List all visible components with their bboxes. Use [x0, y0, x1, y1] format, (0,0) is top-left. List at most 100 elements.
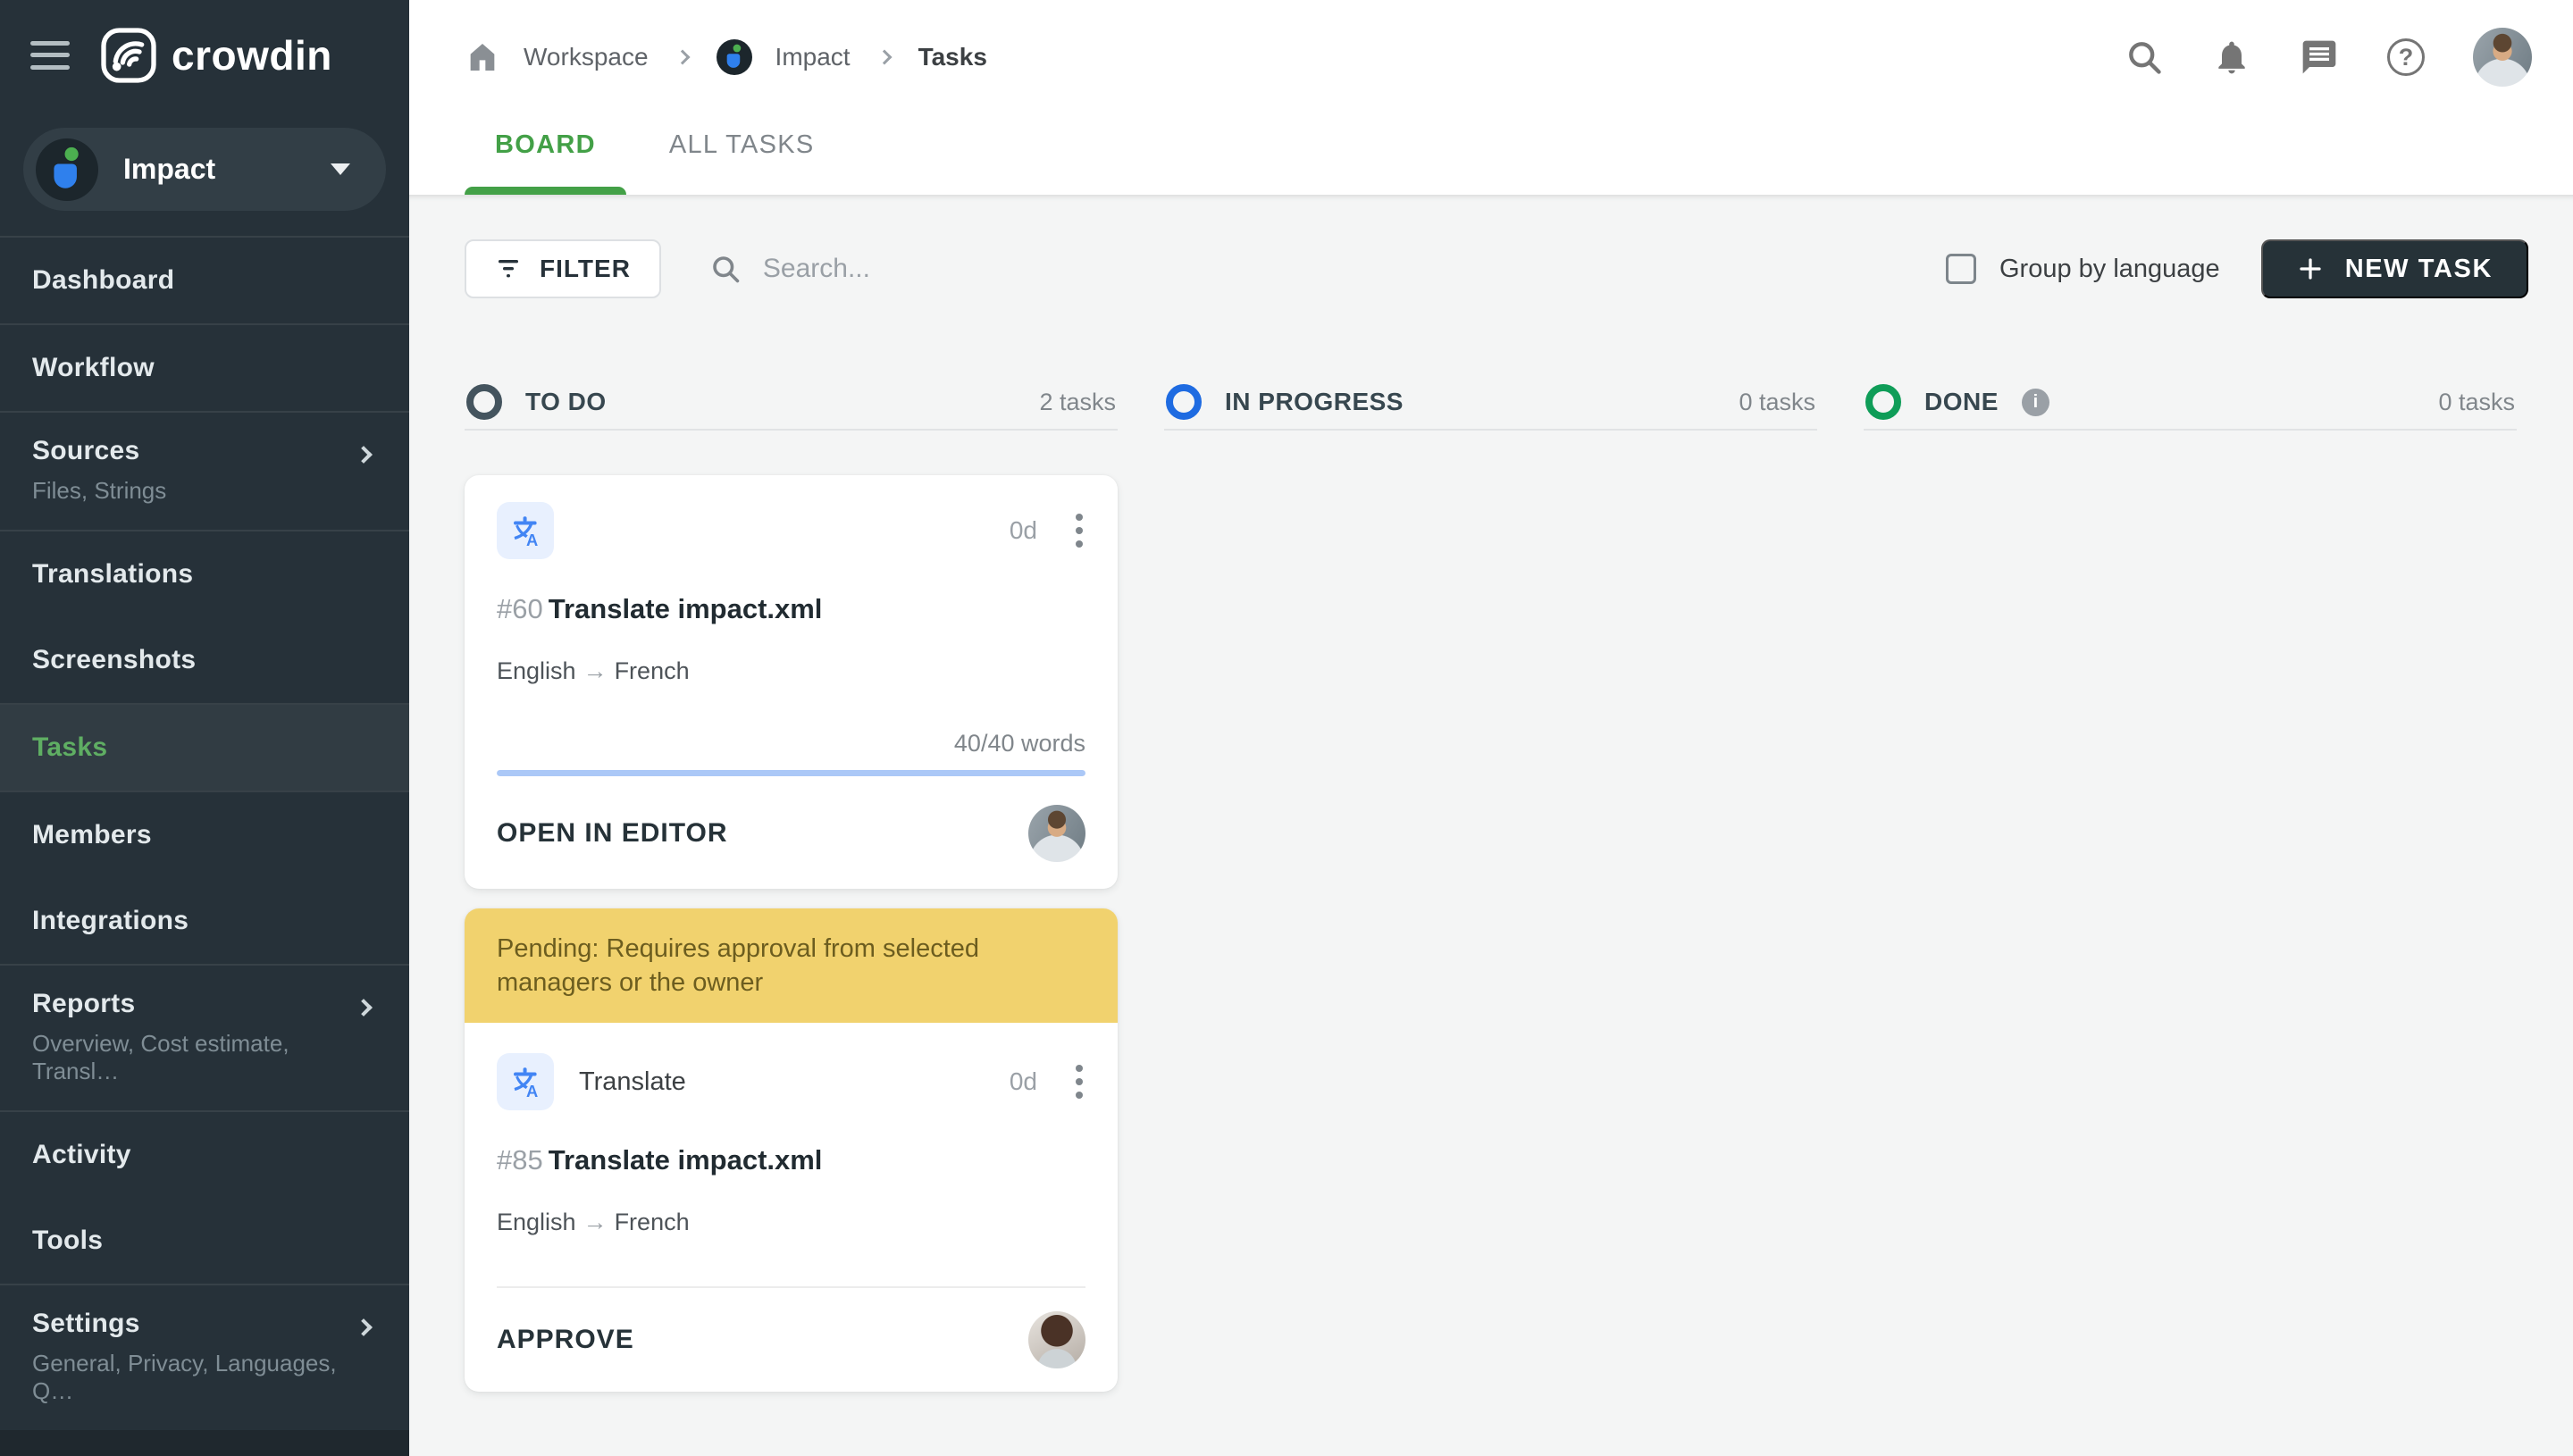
- notifications-bell-icon[interactable]: [2212, 38, 2251, 77]
- column-done-count: 0 tasks: [2438, 388, 2515, 415]
- project-selector[interactable]: Impact: [23, 128, 386, 212]
- topbar-icons: ?: [2125, 28, 2532, 87]
- caret-down-icon: [331, 163, 350, 176]
- svg-text:A: A: [526, 1082, 538, 1100]
- tabs: BOARD ALL TASKS: [465, 114, 2532, 195]
- group-by-language-checkbox[interactable]: [1946, 254, 1976, 284]
- sidebar-item-reports[interactable]: Reports Overview, Cost estimate, Transl…: [0, 966, 409, 1110]
- task-title: #60 Translate impact.xml: [497, 593, 823, 624]
- crowdin-logo-icon: [101, 28, 156, 83]
- task-card-60[interactable]: A 0d #60 Translate impact.xml English → …: [465, 475, 1118, 889]
- crowdin-wordmark: crowdin: [172, 31, 332, 79]
- group-by-language-toggle[interactable]: Group by language: [1946, 254, 2220, 284]
- column-todo: TO DO 2 tasks A 0d #60 Translate impact.…: [465, 384, 1118, 1392]
- sidebar-item-members[interactable]: Members: [0, 792, 409, 878]
- filter-button-label: FILTER: [540, 255, 631, 282]
- new-task-button-label: NEW TASK: [2344, 254, 2493, 283]
- column-todo-cards: A 0d #60 Translate impact.xml English → …: [465, 475, 1118, 1392]
- crowdin-logo: crowdin: [100, 27, 332, 84]
- sidebar-nav: Dashboard Workflow Sources Files, String…: [0, 236, 409, 1430]
- status-ring-done-icon: [1865, 384, 1901, 420]
- task-progress-bar: [497, 770, 1085, 776]
- translate-task-icon: A: [497, 502, 554, 559]
- approve-button[interactable]: APPROVE: [497, 1325, 634, 1355]
- plus-icon: [2300, 258, 2321, 280]
- search-icon: [713, 256, 740, 283]
- breadcrumb-project[interactable]: Impact: [775, 43, 851, 71]
- project-name: Impact: [123, 153, 216, 186]
- sidebar-item-screenshots[interactable]: Screenshots: [0, 617, 409, 703]
- info-icon[interactable]: i: [2021, 388, 2049, 416]
- arrow-right-icon: →: [582, 1209, 608, 1235]
- messages-icon[interactable]: [2300, 38, 2339, 77]
- status-ring-todo-icon: [466, 384, 502, 420]
- sidebar: crowdin Impact Dashboard Workflow Source…: [0, 0, 409, 1456]
- search-box: [709, 253, 1946, 285]
- new-task-button[interactable]: NEW TASK: [2260, 239, 2528, 298]
- kebab-menu-icon[interactable]: [1073, 509, 1085, 552]
- sidebar-item-tasks[interactable]: Tasks: [0, 705, 409, 791]
- search-icon[interactable]: [2125, 38, 2164, 77]
- task-languages: English → French: [497, 1209, 1085, 1236]
- language-from: English: [497, 657, 576, 684]
- filter-icon: [499, 260, 518, 278]
- card-header: A Translate 0d: [497, 1053, 1085, 1110]
- svg-text:A: A: [526, 531, 538, 549]
- column-done-header: DONE i 0 tasks: [1864, 384, 2517, 431]
- hamburger-menu-icon[interactable]: [30, 40, 70, 70]
- sidebar-item-activity[interactable]: Activity: [0, 1112, 409, 1198]
- kebab-menu-icon[interactable]: [1073, 1060, 1085, 1103]
- chevron-right-icon: [876, 49, 893, 65]
- task-duration: 0d: [1009, 1067, 1037, 1095]
- home-icon[interactable]: [465, 39, 500, 75]
- column-in-progress-count: 0 tasks: [1739, 388, 1815, 415]
- tab-all-tasks[interactable]: ALL TASKS: [639, 114, 845, 195]
- column-in-progress-name: IN PROGRESS: [1225, 388, 1404, 415]
- group-by-language-label: Group by language: [1999, 254, 2220, 283]
- tab-board[interactable]: BOARD: [465, 114, 626, 195]
- task-languages: English → French: [497, 657, 1085, 685]
- topbar: Workspace Impact Tasks ? BOARD ALL TASKS: [409, 0, 2573, 195]
- task-title: #85 Translate impact.xml: [497, 1144, 823, 1176]
- sidebar-item-translations[interactable]: Translations: [0, 531, 409, 617]
- sidebar-header: crowdin: [0, 0, 409, 110]
- sidebar-item-tools[interactable]: Tools: [0, 1198, 409, 1284]
- sidebar-item-workflow[interactable]: Workflow: [0, 325, 409, 411]
- assignee-avatar[interactable]: [1028, 805, 1085, 862]
- sidebar-item-dashboard[interactable]: Dashboard: [0, 238, 409, 323]
- user-avatar[interactable]: [2473, 28, 2532, 87]
- task-id: #60: [497, 593, 543, 624]
- breadcrumb-page-tasks: Tasks: [918, 43, 987, 71]
- chevron-right-icon: [675, 49, 691, 65]
- language-to: French: [614, 657, 690, 684]
- task-id: #85: [497, 1144, 543, 1176]
- task-duration: 0d: [1009, 516, 1037, 544]
- column-todo-count: 2 tasks: [1039, 388, 1116, 415]
- sidebar-item-reports-subtitle: Overview, Cost estimate, Transl…: [32, 1030, 289, 1085]
- status-ring-in-progress-icon: [1166, 384, 1202, 420]
- column-done-name: DONE: [1924, 388, 1999, 415]
- breadcrumb-workspace[interactable]: Workspace: [524, 43, 649, 71]
- filter-button[interactable]: FILTER: [465, 239, 661, 298]
- column-in-progress: IN PROGRESS 0 tasks: [1164, 384, 1817, 1392]
- task-type-label: Translate: [579, 1067, 686, 1096]
- board-columns: TO DO 2 tasks A 0d #60 Translate impact.…: [465, 384, 2528, 1392]
- sidebar-item-settings[interactable]: Settings General, Privacy, Languages, Q…: [0, 1285, 409, 1430]
- main-area: Workspace Impact Tasks ? BOARD ALL TASKS…: [409, 0, 2573, 1456]
- sidebar-item-sources[interactable]: Sources Files, Strings: [0, 413, 409, 530]
- language-from: English: [497, 1209, 576, 1235]
- column-todo-header: TO DO 2 tasks: [465, 384, 1118, 431]
- breadcrumb-project-icon: [716, 39, 752, 75]
- help-icon[interactable]: ?: [2387, 38, 2425, 76]
- sidebar-item-integrations[interactable]: Integrations: [0, 878, 409, 964]
- task-card-85[interactable]: Pending: Requires approval from selected…: [465, 908, 1118, 1392]
- translate-task-icon: A: [497, 1053, 554, 1110]
- open-in-editor-button[interactable]: OPEN IN EDITOR: [497, 818, 727, 849]
- sidebar-item-settings-subtitle: General, Privacy, Languages, Q…: [32, 1350, 337, 1405]
- sidebar-bottom-strip: [0, 1430, 409, 1456]
- assignee-avatar[interactable]: [1028, 1311, 1085, 1368]
- board: FILTER Group by language NEW TASK TO DO: [409, 195, 2573, 1456]
- search-input[interactable]: [762, 254, 1388, 284]
- arrow-right-icon: →: [582, 657, 608, 684]
- language-to: French: [614, 1209, 690, 1235]
